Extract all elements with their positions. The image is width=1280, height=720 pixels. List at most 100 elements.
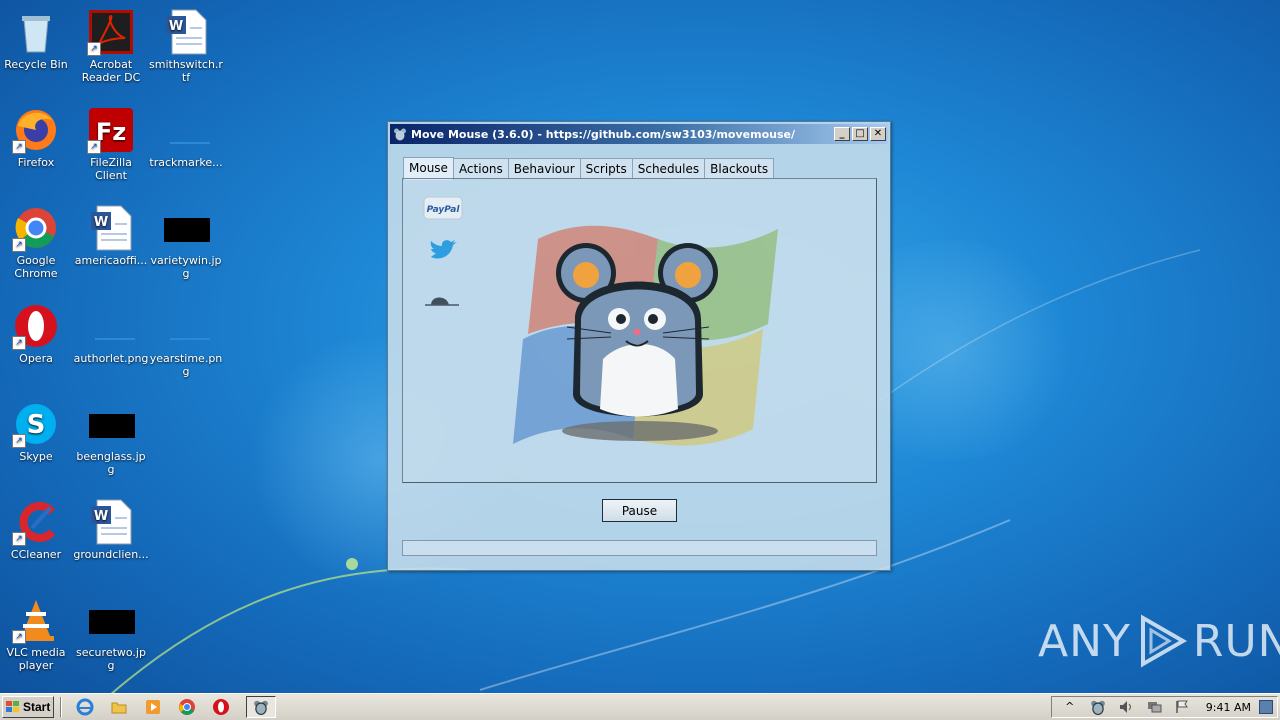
- chrome-icon: ↗: [12, 204, 60, 252]
- desktop-icon[interactable]: yearstime.png: [148, 302, 224, 378]
- word-document-icon: W: [87, 498, 135, 546]
- desktop-icon[interactable]: varietywin.jpg: [148, 204, 224, 280]
- mouse-tab-panel: PayPal: [402, 178, 877, 483]
- window-titlebar[interactable]: Move Mouse (3.6.0) - https://github.com/…: [390, 124, 888, 144]
- tab-schedules[interactable]: Schedules: [631, 158, 706, 179]
- shortcut-arrow-icon: ↗: [12, 238, 26, 252]
- word-document-icon: W: [87, 204, 135, 252]
- mole-icon[interactable]: [423, 285, 463, 313]
- maximize-button[interactable]: □: [852, 127, 868, 141]
- taskbar: Start ^ 9:41 AM: [0, 693, 1280, 720]
- move-mouse-task-button[interactable]: [246, 696, 276, 718]
- blank-file-icon: [162, 106, 210, 154]
- opera-taskbar-icon[interactable]: [212, 698, 230, 716]
- shortcut-arrow-icon: ↗: [12, 140, 26, 154]
- desktop-icon-label: Skype: [19, 450, 53, 463]
- desktop-icon[interactable]: ↗ Firefox: [0, 106, 74, 169]
- desktop-icon-label: authorlet.png: [73, 352, 149, 365]
- mouse-app-icon: [394, 128, 406, 141]
- pause-button[interactable]: Pause: [602, 499, 677, 522]
- play-triangle-icon: [1140, 614, 1187, 668]
- recycle-bin-icon: [12, 8, 60, 56]
- desktop-icon[interactable]: securetwo.jpg: [73, 596, 149, 672]
- desktop-icon[interactable]: Wgroundclien...: [73, 498, 149, 561]
- show-hidden-icons-icon[interactable]: ^: [1062, 699, 1078, 715]
- tab-behaviour[interactable]: Behaviour: [507, 158, 581, 179]
- desktop-icon[interactable]: Recycle Bin: [0, 8, 74, 71]
- desktop-icon-label: VLC media player: [6, 646, 66, 672]
- tab-actions[interactable]: Actions: [452, 158, 509, 179]
- mouse-tray-icon[interactable]: [1090, 699, 1106, 715]
- skype-icon: S ↗: [12, 400, 60, 448]
- start-label: Start: [23, 700, 51, 714]
- desktop-icon-label: Acrobat Reader DC: [81, 58, 141, 84]
- opera-icon: ↗: [12, 302, 60, 350]
- desktop-icon[interactable]: S ↗ Skype: [0, 400, 74, 463]
- show-desktop-button[interactable]: [1259, 700, 1273, 714]
- shortcut-arrow-icon: ↗: [87, 140, 101, 154]
- ccleaner-icon: ↗: [12, 498, 60, 546]
- desktop-icon[interactable]: beenglass.jpg: [73, 400, 149, 476]
- vlc-icon: ↗: [12, 596, 60, 644]
- action-center-flag-icon[interactable]: [1174, 699, 1190, 715]
- tab-mouse[interactable]: Mouse: [403, 157, 454, 180]
- windows-flag-icon: [6, 701, 19, 712]
- desktop-icon[interactable]: ↗ Opera: [0, 302, 74, 365]
- svg-text:W: W: [169, 19, 183, 34]
- media-player-icon[interactable]: [144, 698, 162, 716]
- desktop-icon-label: FileZilla Client: [90, 156, 132, 182]
- paypal-icon[interactable]: PayPal: [423, 195, 463, 223]
- desktop-icon-label: Firefox: [17, 156, 55, 169]
- desktop-icon[interactable]: ↗ Google Chrome: [0, 204, 74, 280]
- desktop-icon[interactable]: ↗ VLC media player: [0, 596, 74, 672]
- desktop-icon-label: groundclien...: [73, 548, 149, 561]
- shortcut-arrow-icon: ↗: [12, 434, 26, 448]
- shortcut-arrow-icon: ↗: [12, 532, 26, 546]
- desktop-icon-label: americaoffi...: [74, 254, 148, 267]
- svg-text:W: W: [94, 215, 108, 230]
- clock[interactable]: 9:41 AM: [1206, 701, 1251, 714]
- desktop-icon-label: smithswitch.rtf: [149, 58, 223, 84]
- close-button[interactable]: ✕: [870, 127, 886, 141]
- desktop-icon[interactable]: Wamericaoffi...: [73, 204, 149, 267]
- desktop-icon-label: CCleaner: [10, 548, 62, 561]
- desktop-icon[interactable]: Wsmithswitch.rtf: [148, 8, 224, 84]
- desktop-icon[interactable]: trackmarke...: [148, 106, 224, 169]
- minimize-button[interactable]: _: [834, 127, 850, 141]
- tab-scripts[interactable]: Scripts: [579, 158, 633, 179]
- shortcut-arrow-icon: ↗: [12, 336, 26, 350]
- desktop-icon-label: Google Chrome: [14, 254, 58, 280]
- acrobat-icon: ↗: [87, 8, 135, 56]
- twitter-icon[interactable]: [423, 237, 463, 265]
- start-button[interactable]: Start: [2, 696, 54, 718]
- system-tray: ^ 9:41 AM: [1050, 696, 1278, 718]
- desktop-icon[interactable]: authorlet.png: [73, 302, 149, 365]
- shortcut-arrow-icon: ↗: [12, 630, 26, 644]
- desktop-icon-label: yearstime.png: [149, 352, 223, 378]
- blank-file-icon: [87, 302, 135, 350]
- chrome-taskbar-icon[interactable]: [178, 698, 196, 716]
- move-mouse-window: Move Mouse (3.6.0) - https://github.com/…: [387, 121, 891, 571]
- status-bar: [402, 540, 877, 556]
- taskbar-separator: [60, 697, 62, 717]
- desktop-icon-label: Opera: [19, 352, 53, 365]
- anyrun-watermark: ANY RUN: [1038, 612, 1280, 670]
- filezilla-icon: Fz ↗: [87, 106, 135, 154]
- internet-explorer-icon[interactable]: [76, 698, 94, 716]
- move-mouse-logo: [513, 225, 778, 446]
- volume-icon[interactable]: [1118, 699, 1134, 715]
- tab-strip: Mouse Actions Behaviour Scripts Schedule…: [403, 156, 775, 180]
- desktop-icon[interactable]: ↗ Acrobat Reader DC: [73, 8, 149, 84]
- folder-icon[interactable]: [110, 698, 128, 716]
- watermark-text-right: RUN: [1192, 615, 1280, 667]
- watermark-text-left: ANY: [1038, 615, 1131, 667]
- svg-text:S: S: [27, 410, 46, 440]
- firefox-icon: ↗: [12, 106, 60, 154]
- tab-blackouts[interactable]: Blackouts: [704, 158, 775, 179]
- paypal-label: PayPal: [427, 205, 461, 215]
- desktop-icon[interactable]: Fz ↗ FileZilla Client: [73, 106, 149, 182]
- svg-text:W: W: [94, 509, 108, 524]
- desktop-icon[interactable]: ↗ CCleaner: [0, 498, 74, 561]
- network-icon[interactable]: [1146, 699, 1162, 715]
- word-document-icon: W: [162, 8, 210, 56]
